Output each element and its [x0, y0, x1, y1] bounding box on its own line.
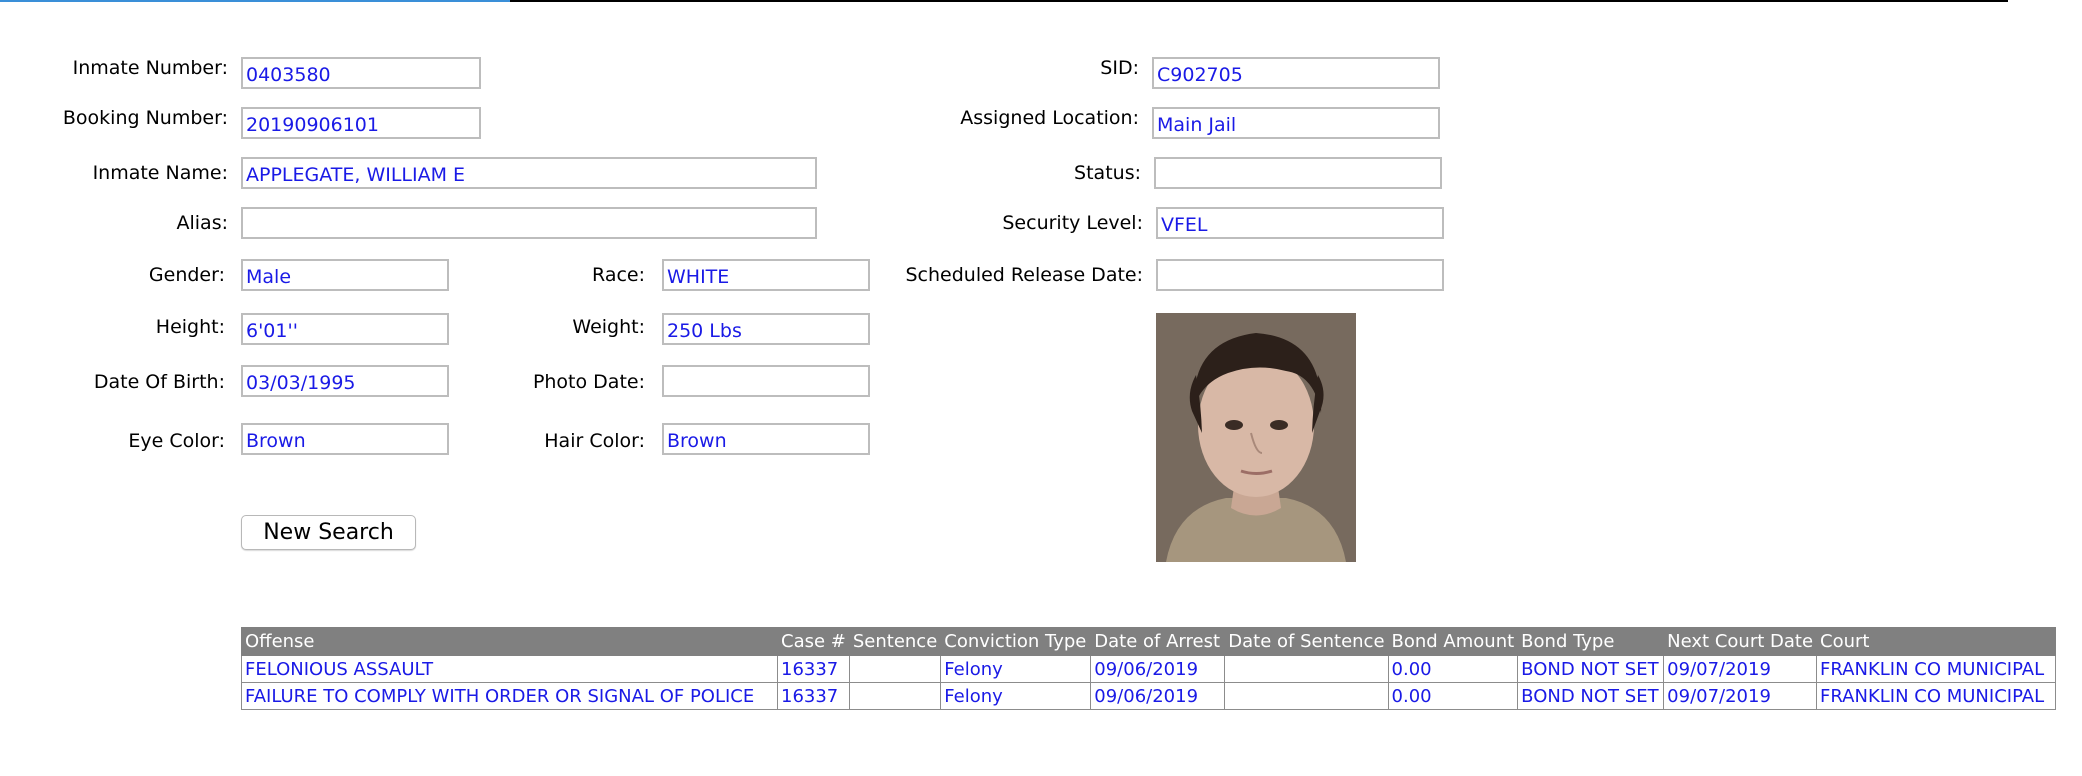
- top-accent-line: [0, 0, 510, 2]
- race-label: Race:: [592, 264, 645, 286]
- inmate-number-label: Inmate Number:: [72, 57, 228, 79]
- gender-label: Gender:: [148, 264, 225, 286]
- alias-field[interactable]: [241, 207, 817, 239]
- inmate-number-field[interactable]: 0403580: [241, 57, 481, 89]
- status-field[interactable]: [1154, 157, 1442, 189]
- gender-field[interactable]: Male: [241, 259, 449, 291]
- weight-label: Weight:: [572, 316, 645, 338]
- next-court-date-cell: 09/07/2019: [1663, 655, 1818, 683]
- header-date-of-sentence: Date of Sentence: [1224, 627, 1389, 656]
- security-level-field[interactable]: VFEL: [1156, 207, 1444, 239]
- dob-label: Date Of Birth:: [93, 371, 225, 393]
- date-of-arrest-cell: 09/06/2019: [1090, 655, 1226, 683]
- sentence-cell: [848, 682, 942, 710]
- sid-field[interactable]: C902705: [1152, 57, 1440, 89]
- eye-color-field[interactable]: Brown: [241, 423, 449, 455]
- top-divider-line: [510, 0, 2008, 2]
- date-of-sentence-cell: [1224, 682, 1389, 710]
- conviction-type-cell: Felony: [940, 682, 1092, 710]
- height-label: Height:: [155, 316, 225, 338]
- date-of-sentence-cell: [1224, 655, 1389, 683]
- assigned-location-field[interactable]: Main Jail: [1152, 107, 1440, 139]
- sentence-cell: [848, 655, 942, 683]
- bond-type-cell: BOND NOT SET: [1517, 655, 1665, 683]
- bond-amount-cell: 0.00: [1387, 682, 1519, 710]
- assigned-location-label: Assigned Location:: [960, 107, 1139, 129]
- header-offense: Offense: [241, 627, 778, 656]
- inmate-name-field[interactable]: APPLEGATE, WILLIAM E: [241, 157, 817, 189]
- hair-color-field[interactable]: Brown: [662, 423, 870, 455]
- court-cell: FRANKLIN CO MUNICIPAL: [1816, 655, 2057, 683]
- case-number-cell: 16337: [777, 682, 850, 710]
- table-row: FELONIOUS ASSAULT 16337 Felony 09/06/201…: [241, 655, 2057, 683]
- inmate-name-label: Inmate Name:: [92, 162, 228, 184]
- next-court-date-cell: 09/07/2019: [1663, 682, 1818, 710]
- height-field[interactable]: 6'01'': [241, 313, 449, 345]
- table-row: FAILURE TO COMPLY WITH ORDER OR SIGNAL O…: [241, 682, 2057, 710]
- inmate-photo: [1156, 313, 1356, 562]
- dob-field[interactable]: 03/03/1995: [241, 365, 449, 397]
- offense-cell: FELONIOUS ASSAULT: [241, 655, 778, 683]
- photo-date-field[interactable]: [662, 365, 870, 397]
- offense-cell: FAILURE TO COMPLY WITH ORDER OR SIGNAL O…: [241, 682, 778, 710]
- court-cell: FRANKLIN CO MUNICIPAL: [1816, 682, 2057, 710]
- header-case-number: Case #: [777, 627, 850, 656]
- alias-label: Alias:: [176, 212, 229, 234]
- header-bond-type: Bond Type: [1517, 627, 1665, 656]
- weight-field[interactable]: 250 Lbs: [662, 313, 870, 345]
- status-label: Status:: [1074, 162, 1141, 184]
- booking-number-label: Booking Number:: [62, 107, 228, 129]
- conviction-type-cell: Felony: [940, 655, 1092, 683]
- sid-label: SID:: [1100, 57, 1139, 79]
- case-number-cell: 16337: [777, 655, 850, 683]
- header-conviction-type: Conviction Type: [940, 627, 1092, 656]
- booking-number-field[interactable]: 20190906101: [241, 107, 481, 139]
- header-next-court-date: Next Court Date: [1663, 627, 1818, 656]
- bond-amount-cell: 0.00: [1387, 655, 1519, 683]
- security-level-label: Security Level:: [1002, 212, 1143, 234]
- header-date-of-arrest: Date of Arrest: [1090, 627, 1226, 656]
- header-court: Court: [1816, 627, 2057, 656]
- photo-date-label: Photo Date:: [532, 371, 645, 393]
- bond-type-cell: BOND NOT SET: [1517, 682, 1665, 710]
- new-search-button[interactable]: New Search: [241, 515, 416, 550]
- eye-color-label: Eye Color:: [128, 430, 225, 452]
- race-field[interactable]: WHITE: [662, 259, 870, 291]
- scheduled-release-field[interactable]: [1156, 259, 1444, 291]
- offenses-header-row: Offense Case # Sentence Conviction Type …: [241, 627, 2057, 656]
- header-bond-amount: Bond Amount: [1387, 627, 1519, 656]
- hair-color-label: Hair Color:: [544, 430, 645, 452]
- offenses-table: Offense Case # Sentence Conviction Type …: [241, 627, 2057, 710]
- header-sentence: Sentence: [848, 627, 942, 656]
- scheduled-release-label: Scheduled Release Date:: [905, 264, 1144, 286]
- date-of-arrest-cell: 09/06/2019: [1090, 682, 1226, 710]
